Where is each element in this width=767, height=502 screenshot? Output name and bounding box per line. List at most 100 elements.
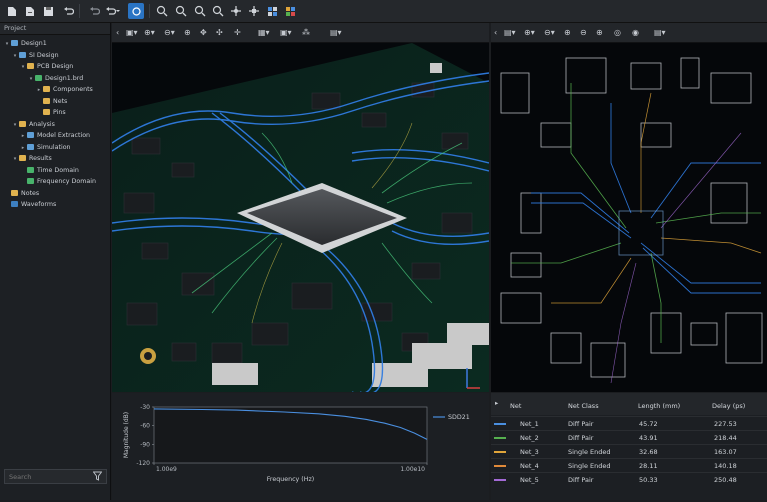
tree-expand-icon[interactable]: ▸ (19, 143, 27, 154)
zoom-fit-icon[interactable] (192, 3, 208, 19)
col-net-header[interactable]: Net (510, 402, 521, 410)
zoom-out-icon[interactable]: ⊖▾ (164, 27, 175, 38)
tree-item-label: Notes (21, 189, 40, 197)
new-file-icon[interactable] (4, 3, 20, 19)
table-row[interactable]: Net_5 Diff Pair 50.33 250.48 (491, 472, 767, 486)
net-name-cell: Net_3 (520, 448, 539, 456)
tree-item[interactable]: ▾ SI Design (0, 50, 59, 61)
col-length-header[interactable]: Length (mm) (638, 402, 680, 410)
tree-item-label: SI Design (29, 51, 59, 59)
zoom-area-icon[interactable]: ⊖ (580, 27, 587, 38)
2d-layout-viewport[interactable]: ‹ ▤▾ ⊕▾ ⊖▾ ⊕ ⊖ ⊕ ◎ ◉ ▤▾ (491, 23, 767, 392)
folder-icon (43, 109, 50, 115)
tree-item[interactable]: Nets (0, 96, 67, 107)
zoom-fit-icon[interactable]: ⊕ (184, 27, 191, 38)
zoom-fit-icon[interactable]: ⊕ (564, 27, 571, 38)
net-color-swatch (494, 451, 506, 453)
undo-icon[interactable] (60, 3, 76, 19)
layer-stack-icon[interactable]: ▤▾ (504, 27, 516, 38)
tree-item[interactable]: ▸ Simulation (0, 142, 71, 153)
tree-expand-icon[interactable]: ▾ (11, 51, 19, 62)
tree-item[interactable]: ▾ PCB Design (0, 61, 73, 72)
3d-board-viewport[interactable]: ‹ ▣▾ ⊕▾ ⊖▾ ⊕ ✥ ✣ ✛ ▦▾ ▣▾ ⁂ ▤▾ (112, 23, 489, 392)
move-icon[interactable]: ✛ (234, 27, 241, 38)
table-row[interactable]: Net_4 Single Ended 28.11 140.18 (491, 458, 767, 472)
net-class-cell: Diff Pair (568, 434, 594, 442)
filter-icon[interactable] (92, 471, 103, 483)
collapse-icon[interactable]: ‹ (116, 27, 119, 38)
color-grid-icon[interactable] (282, 3, 298, 19)
zoom-in-icon[interactable]: ⊕▾ (524, 27, 535, 38)
tree-item[interactable]: ▾ Analysis (0, 119, 55, 130)
zoom-select-icon[interactable]: ⊕ (596, 27, 603, 38)
settings-icon[interactable]: ▤▾ (330, 27, 342, 38)
open-file-icon[interactable] (22, 3, 38, 19)
tree-expand-icon[interactable]: ▾ (3, 39, 11, 50)
folder-icon (43, 86, 50, 92)
zoom-in-icon[interactable] (154, 3, 170, 19)
undo-dropdown-icon[interactable] (104, 3, 120, 19)
folder-icon (11, 189, 18, 196)
view-cube-icon[interactable]: ▣▾ (126, 27, 138, 38)
refresh-icon[interactable] (128, 3, 144, 19)
x-tick-label: 1.00e9 (156, 466, 177, 473)
delay-cell: 163.07 (714, 448, 737, 456)
tree-item[interactable]: ▸ Model Extraction (0, 130, 90, 141)
board-file-icon (27, 166, 34, 173)
folder-icon (19, 155, 26, 161)
col-netclass-header[interactable]: Net Class (568, 402, 599, 410)
tree-expand-icon[interactable]: ▾ (19, 62, 27, 73)
pan-icon[interactable] (228, 3, 244, 19)
search-input[interactable] (5, 470, 97, 483)
tree-item[interactable]: Waveforms (0, 199, 56, 210)
folder-icon (43, 97, 50, 104)
save-icon[interactable] (40, 3, 56, 19)
waveform-icon (11, 201, 18, 207)
settings-icon[interactable]: ▤▾ (654, 27, 666, 38)
explode-icon[interactable]: ⁂ (302, 27, 310, 38)
tree-item[interactable]: Pins (0, 107, 66, 118)
tree-expand-icon[interactable]: ▾ (11, 120, 19, 131)
display-mode-icon[interactable]: ▦▾ (258, 27, 270, 38)
zoom-out-icon[interactable]: ⊖▾ (544, 27, 555, 38)
tree-item[interactable]: ▾ Design1.brd (0, 73, 83, 84)
tree-item-label: Design1 (21, 40, 47, 47)
tree-item[interactable]: ▸ Components (0, 84, 93, 95)
collapse-icon[interactable]: ‹ (494, 27, 497, 38)
y-axis-label: Magnitude (dB) (123, 412, 130, 458)
tree-item[interactable]: Time Domain (0, 165, 79, 176)
table-row[interactable]: Net_2 Diff Pair 43.91 218.44 (491, 430, 767, 444)
table-row[interactable]: Net_3 Single Ended 32.68 163.07 (491, 444, 767, 458)
tree-item[interactable]: Frequency Domain (0, 176, 96, 187)
layout-icon[interactable] (264, 3, 280, 19)
col-delay-header[interactable]: Delay (ps) (712, 402, 745, 410)
project-search (4, 469, 107, 484)
expand-icon[interactable]: ▸ (495, 399, 498, 407)
zoom-in-icon[interactable]: ⊕▾ (144, 27, 155, 38)
zoom-area-icon[interactable] (210, 3, 226, 19)
x-axis-label: Frequency (Hz) (267, 476, 315, 483)
table-row[interactable]: Net_1 Diff Pair 45.72 227.53 (491, 416, 767, 430)
tree-item-label: Pins (53, 109, 66, 116)
project-panel-title: Project (0, 23, 110, 35)
tree-item[interactable]: ▾ Results (0, 153, 52, 164)
pan-icon[interactable]: ✣ (216, 27, 223, 38)
select-icon[interactable] (246, 3, 262, 19)
undo-history-icon[interactable] (86, 3, 102, 19)
tree-item[interactable]: ▾ Design1 (0, 38, 47, 49)
net-color-swatch (494, 465, 506, 467)
fit-icon[interactable]: ◉ (632, 27, 639, 38)
net-name-cell: Net_4 (520, 462, 539, 470)
tree-expand-icon[interactable]: ▾ (11, 154, 19, 165)
rotate-icon[interactable]: ◎ (614, 27, 621, 38)
tree-expand-icon[interactable]: ▸ (35, 85, 43, 96)
net-class-cell: Single Ended (568, 462, 611, 470)
sparameter-plot-panel: -30 -60 -90 -120 1.00e9 1.00e10 SDD21 Frequency… (112, 393, 489, 500)
zoom-out-icon[interactable] (173, 3, 189, 19)
tree-item[interactable]: Notes (0, 188, 39, 199)
tree-expand-icon[interactable]: ▸ (19, 131, 27, 142)
layer-toggle-icon[interactable]: ▣▾ (280, 27, 292, 38)
tree-expand-icon[interactable]: ▾ (27, 74, 35, 85)
rotate-icon[interactable]: ✥ (200, 27, 207, 38)
plot-area (153, 406, 428, 464)
